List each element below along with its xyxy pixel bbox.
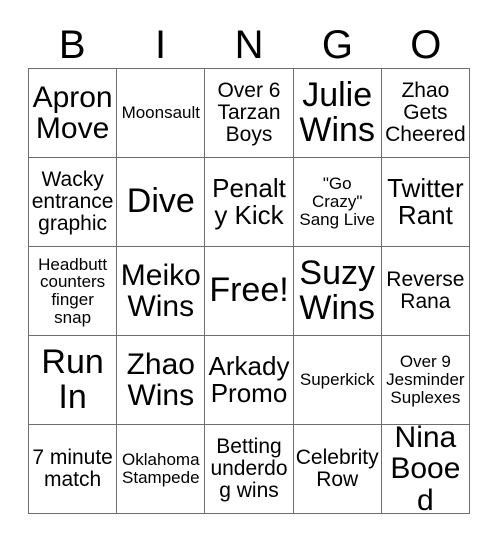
bingo-cell-r5c1[interactable]: 7 minute match — [29, 425, 118, 514]
bingo-cell-r5c2[interactable]: Oklahoma Stampede — [117, 425, 206, 514]
bingo-cell-r4c1[interactable]: Run In — [29, 336, 118, 425]
bingo-cell-free-space[interactable]: Free! — [205, 247, 294, 336]
bingo-header-letter-g: G — [321, 23, 353, 67]
bingo-cell-r4c3[interactable]: Arkady Promo — [205, 336, 294, 425]
bingo-cell-label: Betting underdog wins — [210, 435, 288, 502]
bingo-cell-r3c2[interactable]: Meiko Wins — [117, 247, 206, 336]
bingo-cell-r1c3[interactable]: Over 6 Tarzan Boys — [205, 69, 294, 158]
bingo-cell-label: Penalty Kick — [212, 172, 286, 230]
bingo-cell-r2c5[interactable]: Twitter Rant — [381, 158, 470, 247]
bingo-header-row: B I N G O — [28, 22, 470, 68]
bingo-cell-label: Suzy Wins — [299, 253, 375, 327]
bingo-cell-label: Run In — [41, 342, 104, 416]
bingo-cell-label: Over 9 Jesminder Suplexes — [386, 352, 465, 407]
bingo-cell-label: Julie Wins — [299, 75, 375, 149]
bingo-cell-label: Zhao Gets Cheered — [385, 79, 466, 146]
bingo-header-letter-b: B — [58, 23, 86, 67]
bingo-cell-r4c4[interactable]: Superkick — [293, 336, 382, 425]
bingo-cell-r1c2[interactable]: Moonsault — [117, 69, 206, 158]
bingo-cell-r5c4[interactable]: Celebrity Row — [293, 425, 382, 514]
bingo-cell-label: Superkick — [299, 370, 375, 390]
bingo-cell-r2c4[interactable]: "Go Crazy" Sang Live — [293, 158, 382, 247]
bingo-cell-r1c4[interactable]: Julie Wins — [293, 69, 382, 158]
bingo-cell-r1c1[interactable]: Apron Move — [29, 69, 118, 158]
bingo-cell-label: Wacky entrance graphic — [31, 168, 114, 235]
bingo-cell-r2c2[interactable]: Dive — [117, 158, 206, 247]
bingo-cell-label: Twitter Rant — [387, 172, 464, 230]
bingo-cell-r3c1[interactable]: Headbutt counters finger snap — [29, 247, 118, 336]
bingo-cell-label: Celebrity Row — [295, 446, 379, 491]
bingo-header-letter-o: O — [410, 23, 442, 67]
bingo-header-letter-n: N — [234, 23, 264, 67]
bingo-cell-r2c3[interactable]: Penalty Kick — [205, 158, 294, 247]
bingo-cell-r2c1[interactable]: Wacky entrance graphic — [29, 158, 118, 247]
bingo-cell-label: Zhao Wins — [126, 347, 195, 412]
bingo-cell-label: Nina Booed — [390, 425, 461, 514]
bingo-cell-label: Apron Move — [32, 80, 113, 145]
bingo-cell-label: Headbutt counters finger snap — [38, 254, 108, 327]
bingo-cell-label: Free! — [209, 271, 289, 310]
bingo-cell-label: Over 6 Tarzan Boys — [217, 79, 281, 146]
bingo-cell-r5c3[interactable]: Betting underdog wins — [205, 425, 294, 514]
bingo-cell-label: Oklahoma Stampede — [122, 450, 200, 487]
bingo-cell-label: Meiko Wins — [120, 258, 201, 323]
bingo-cell-label: Arkady Promo — [208, 350, 290, 408]
bingo-cell-r4c2[interactable]: Zhao Wins — [117, 336, 206, 425]
bingo-cell-r3c5[interactable]: Reverse Rana — [381, 247, 470, 336]
bingo-cell-label: Moonsault — [121, 103, 200, 123]
bingo-header-letter-i: I — [155, 23, 167, 67]
bingo-cell-r5c5[interactable]: Nina Booed — [381, 425, 470, 514]
bingo-cell-label: 7 minute match — [32, 446, 113, 491]
bingo-grid: Apron Move Moonsault Over 6 Tarzan Boys … — [28, 68, 470, 514]
bingo-cell-label: Reverse Rana — [386, 268, 465, 313]
bingo-cell-label: Dive — [126, 182, 195, 221]
bingo-card: B I N G O Apron Move Moonsault Over 6 Ta… — [0, 0, 500, 544]
bingo-cell-label: "Go Crazy" Sang Live — [299, 174, 375, 229]
bingo-cell-r4c5[interactable]: Over 9 Jesminder Suplexes — [381, 336, 470, 425]
bingo-cell-r1c5[interactable]: Zhao Gets Cheered — [381, 69, 470, 158]
bingo-cell-r3c4[interactable]: Suzy Wins — [293, 247, 382, 336]
